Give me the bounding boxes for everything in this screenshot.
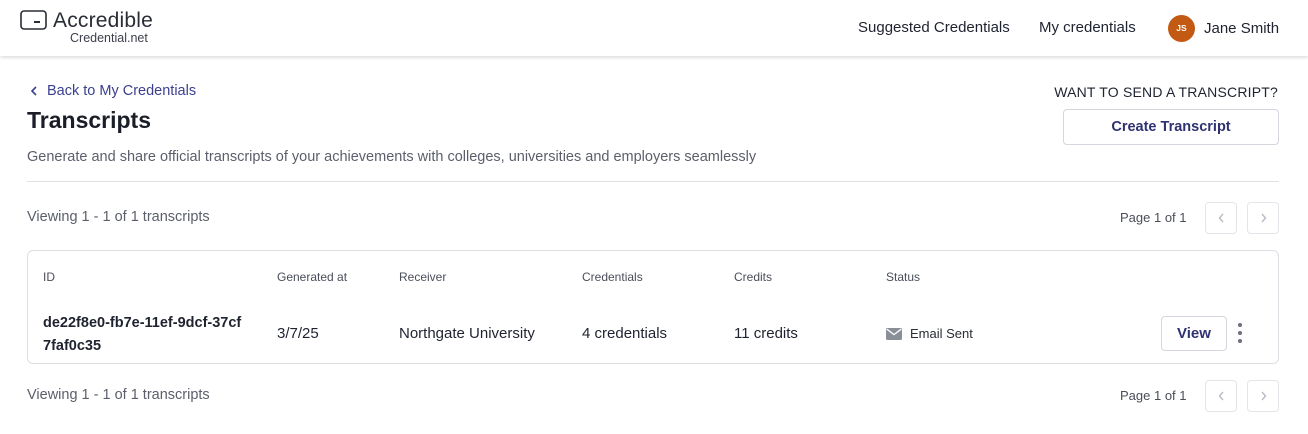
column-header-generated-at: Generated at (277, 270, 348, 284)
logo-subtitle: Credential.net (70, 31, 148, 45)
prev-page-button-top[interactable] (1205, 202, 1237, 234)
top-navbar: Accredible Credential.net Suggested Cred… (0, 0, 1308, 56)
chevron-left-icon (1218, 213, 1224, 223)
envelope-icon (886, 327, 902, 340)
credentials-cell: 4 credentials (582, 325, 668, 342)
chevron-right-icon (1260, 391, 1266, 401)
nav-suggested-credentials[interactable]: Suggested Credentials (858, 19, 1010, 36)
column-header-receiver: Receiver (399, 270, 447, 284)
accredible-logo[interactable]: Accredible Credential.net (20, 9, 160, 47)
credential-card-icon (20, 10, 47, 30)
page-description: Generate and share official transcripts … (27, 149, 757, 165)
next-page-button-bottom[interactable] (1247, 380, 1279, 412)
generated-at-cell: 3/7/25 (277, 325, 319, 342)
chevron-right-icon (1260, 213, 1266, 223)
divider (27, 181, 1279, 182)
viewing-count-top: Viewing 1 - 1 of 1 transcripts (27, 209, 210, 225)
prev-page-button-bottom[interactable] (1205, 380, 1237, 412)
logo-name: Accredible (53, 9, 154, 32)
page-title: Transcripts (27, 107, 151, 133)
back-to-credentials-link[interactable]: Back to My Credentials (30, 83, 196, 99)
send-transcript-prompt: WANT TO SEND A TRANSCRIPT? (1054, 84, 1278, 100)
view-transcript-button[interactable]: View (1161, 316, 1227, 351)
column-header-credentials: Credentials (582, 270, 643, 284)
column-header-credits: Credits (734, 270, 773, 284)
transcripts-table: ID Generated at Receiver Credentials Cre… (27, 250, 1279, 364)
chevron-left-icon (1218, 391, 1224, 401)
page-info-bottom: Page 1 of 1 (1120, 388, 1187, 403)
page-info-top: Page 1 of 1 (1120, 210, 1187, 225)
receiver-cell: Northgate University (399, 325, 535, 342)
back-link-label: Back to My Credentials (47, 83, 197, 99)
user-name[interactable]: Jane Smith (1204, 20, 1279, 37)
viewing-count-bottom: Viewing 1 - 1 of 1 transcripts (27, 387, 210, 403)
next-page-button-top[interactable] (1247, 202, 1279, 234)
chevron-left-icon (30, 86, 37, 96)
status-label: Email Sent (910, 326, 973, 341)
column-header-id: ID (43, 270, 55, 284)
transcript-id: de22f8e0-fb7e-11ef-9dcf-37cf7faf0c35 (43, 315, 242, 354)
avatar[interactable]: JS (1168, 15, 1195, 42)
credits-cell: 11 credits (734, 325, 798, 342)
more-options-icon[interactable] (1230, 322, 1250, 344)
column-header-status: Status (886, 270, 921, 284)
create-transcript-button[interactable]: Create Transcript (1063, 109, 1279, 145)
status-cell: Email Sent (886, 326, 973, 341)
nav-my-credentials[interactable]: My credentials (1039, 19, 1136, 36)
